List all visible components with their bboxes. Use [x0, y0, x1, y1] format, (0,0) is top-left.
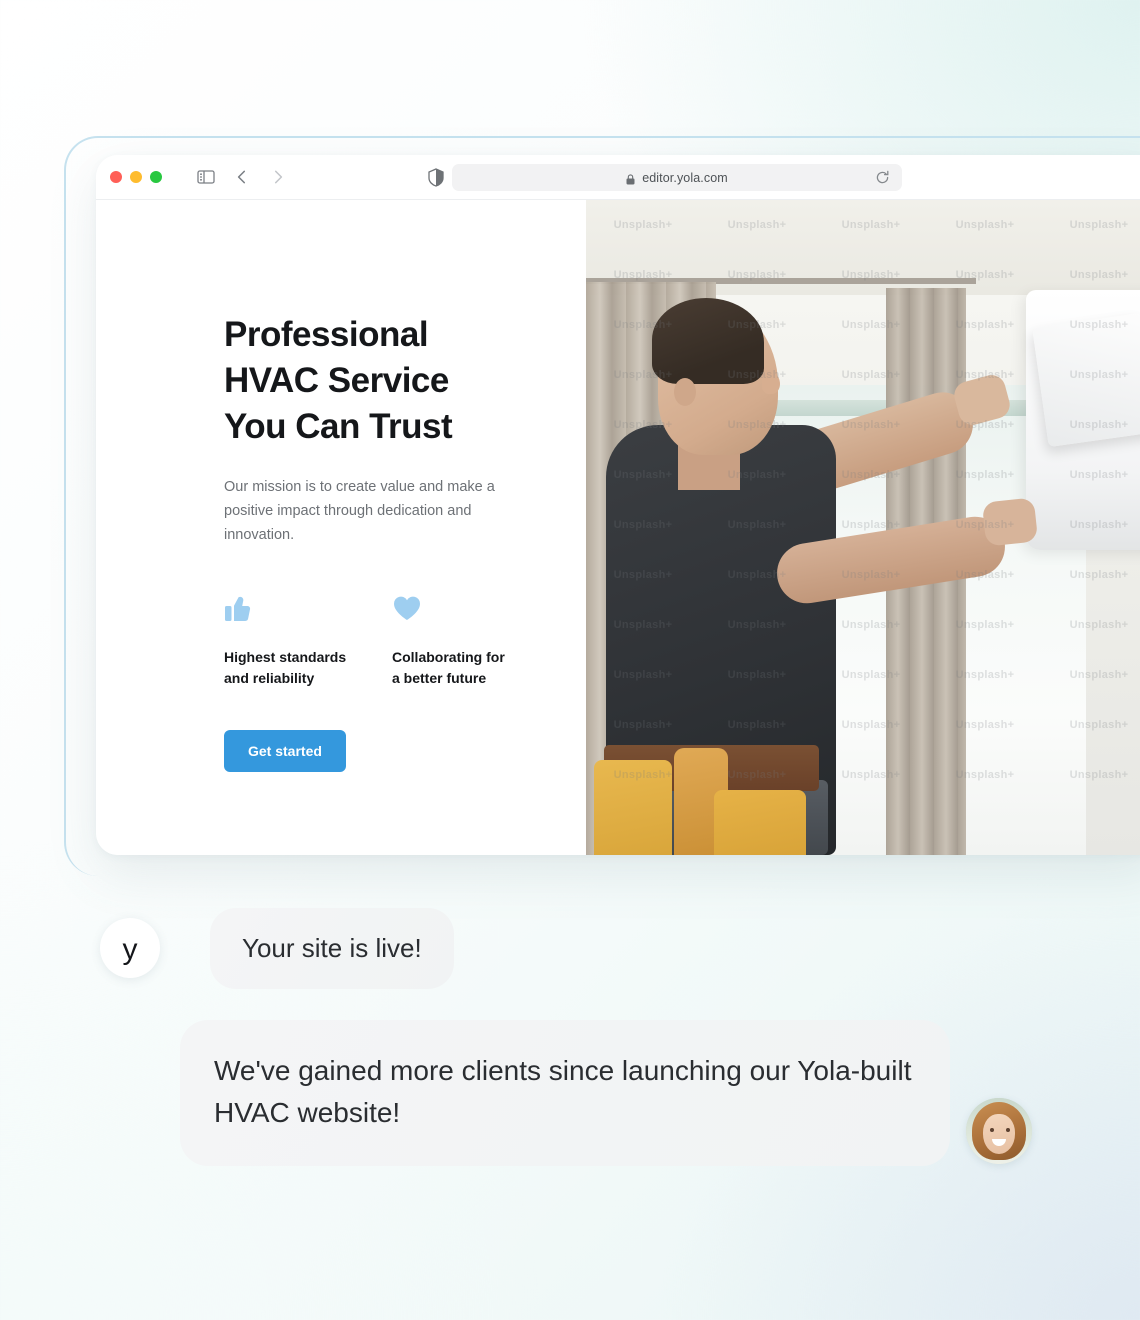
yola-logo-avatar: y	[100, 918, 160, 979]
feature-item: Collaborating for a better future	[392, 593, 524, 689]
chevron-right-icon[interactable]	[269, 168, 287, 186]
address-bar[interactable]: editor.yola.com	[452, 164, 902, 191]
hero-image: Unsplash+ Unsplash+ Unsplash+ Unsplash+ …	[586, 200, 1140, 855]
minimize-button[interactable]	[130, 171, 142, 183]
hero-text-column: Professional HVAC Service You Can Trust …	[96, 200, 586, 855]
privacy-shield-icon[interactable]	[428, 168, 444, 187]
feature-list: Highest standards and reliability Collab…	[224, 593, 586, 689]
avatar	[966, 1098, 1032, 1164]
sidebar-toggle-icon[interactable]	[197, 168, 215, 186]
window-controls[interactable]	[110, 171, 162, 183]
maximize-button[interactable]	[150, 171, 162, 183]
browser-window: editor.yola.com Professional HVAC Servic…	[96, 155, 1140, 855]
feature-label: Highest standards and reliability	[224, 649, 347, 686]
feature-item: Highest standards and reliability	[224, 593, 356, 689]
website-preview: Professional HVAC Service You Can Trust …	[96, 200, 1140, 855]
reload-icon[interactable]	[875, 170, 890, 185]
get-started-button[interactable]: Get started	[224, 730, 346, 772]
chat-bubble: Your site is live!	[210, 908, 454, 989]
chat-message-row: We've gained more clients since launchin…	[180, 1020, 1032, 1166]
hvac-technician-photo	[586, 200, 1140, 855]
heart-icon	[392, 593, 422, 623]
yola-logo-letter: y	[122, 933, 138, 967]
lock-icon	[626, 172, 635, 185]
browser-toolbar: editor.yola.com	[96, 155, 1140, 200]
navigation-controls	[197, 168, 287, 186]
chat-bubble: We've gained more clients since launchin…	[180, 1020, 950, 1166]
page-title: Professional HVAC Service You Can Trust	[224, 315, 453, 446]
thumbs-up-icon	[224, 593, 254, 623]
hero-subtitle: Our mission is to create value and make …	[224, 479, 495, 543]
url-text: editor.yola.com	[642, 170, 728, 185]
feature-label: Collaborating for a better future	[392, 649, 505, 686]
chat-message-row: y Your site is live!	[100, 908, 454, 989]
chevron-left-icon[interactable]	[233, 168, 251, 186]
close-button[interactable]	[110, 171, 122, 183]
